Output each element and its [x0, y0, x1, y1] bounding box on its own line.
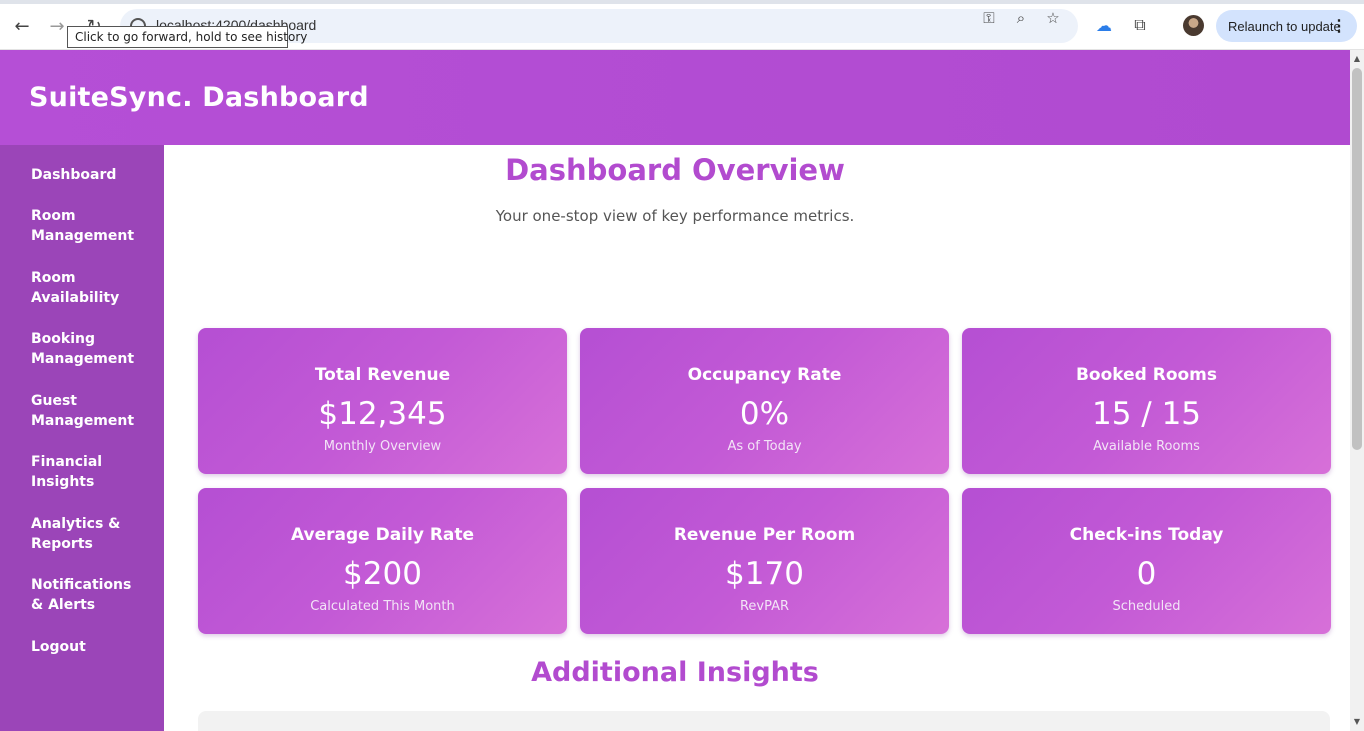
- tab-strip: [0, 0, 1364, 4]
- sidebar-item-room-management[interactable]: Room Management: [31, 206, 141, 246]
- sidebar-item-analytics-reports[interactable]: Analytics & Reports: [31, 514, 141, 554]
- zoom-icon[interactable]: ⌕: [1011, 8, 1031, 28]
- card-title: Average Daily Rate: [290, 525, 475, 545]
- page-subtitle: Your one-stop view of key performance me…: [495, 207, 855, 225]
- sidebar-item-label: Reports: [31, 536, 93, 552]
- forward-tooltip: Click to go forward, hold to see history: [67, 26, 307, 48]
- relaunch-label: Relaunch to update: [1228, 18, 1341, 34]
- back-arrow-icon[interactable]: ←: [10, 14, 34, 38]
- page-scrollbar[interactable]: ▲ ▼: [1350, 50, 1364, 731]
- page-title: Dashboard Overview: [505, 153, 845, 187]
- sidebar-item-label: Management: [31, 228, 135, 244]
- card-value: $200: [343, 556, 422, 592]
- scroll-up-icon[interactable]: ▲: [1350, 52, 1364, 66]
- card-title: Revenue Per Room: [673, 525, 856, 545]
- card-note: Scheduled: [1112, 599, 1181, 614]
- sidebar-item-label: Insights: [31, 474, 95, 490]
- card-value: 0: [1136, 556, 1157, 592]
- scroll-thumb[interactable]: [1352, 68, 1362, 450]
- sidebar-item-label: Management: [31, 351, 135, 367]
- sidebar-item-label: Analytics &: [31, 516, 121, 532]
- sidebar-item-label: Room: [31, 208, 76, 224]
- main-content: Dashboard Overview Your one-stop view of…: [164, 145, 1350, 731]
- sidebar-item-room-availability[interactable]: Room Availability: [31, 268, 141, 308]
- card-note: Monthly Overview: [323, 439, 442, 454]
- relaunch-button[interactable]: Relaunch to update ⋮: [1216, 10, 1357, 42]
- metric-card-check-ins-today: Check-ins Today 0 Scheduled: [962, 488, 1331, 634]
- cloud-icon[interactable]: ☁: [1094, 15, 1114, 35]
- card-note: Available Rooms: [1093, 439, 1200, 454]
- sidebar-item-financial-insights[interactable]: Financial Insights: [31, 452, 141, 492]
- sidebar-item-logout[interactable]: Logout: [31, 637, 141, 657]
- sidebar-item-label: Financial: [31, 454, 103, 470]
- sidebar-item-label: Booking: [31, 331, 96, 347]
- metric-card-occupancy-rate: Occupancy Rate 0% As of Today: [580, 328, 949, 474]
- sidebar-item-booking-management[interactable]: Booking Management: [31, 329, 141, 369]
- page-viewport: SuiteSync. Dashboard Dashboard Room Mana…: [0, 50, 1350, 731]
- sidebar-item-dashboard[interactable]: Dashboard: [31, 165, 141, 185]
- extensions-icon[interactable]: ⧉: [1130, 15, 1150, 35]
- card-title: Total Revenue: [314, 365, 451, 385]
- sidebar-item-label: Management: [31, 413, 135, 429]
- key-icon[interactable]: ⚿: [979, 8, 999, 28]
- sidebar-item-label: Notifications: [31, 577, 132, 593]
- profile-avatar[interactable]: [1183, 15, 1204, 36]
- metric-card-booked-rooms: Booked Rooms 15 / 15 Available Rooms: [962, 328, 1331, 474]
- card-value: 15 / 15: [1091, 396, 1202, 432]
- sidebar-item-notifications-alerts[interactable]: Notifications & Alerts: [31, 575, 141, 615]
- scroll-down-icon[interactable]: ▼: [1350, 715, 1364, 729]
- star-icon[interactable]: ☆: [1043, 8, 1063, 28]
- card-title: Booked Rooms: [1075, 365, 1218, 385]
- sidebar: Dashboard Room Management Room Availabil…: [0, 145, 164, 731]
- card-value: 0%: [739, 396, 790, 432]
- menu-dots-icon[interactable]: ⋮: [1331, 16, 1347, 36]
- card-value: $170: [725, 556, 804, 592]
- sidebar-item-label: Room: [31, 270, 76, 286]
- sidebar-item-label: Logout: [31, 639, 86, 655]
- card-note: As of Today: [727, 439, 802, 454]
- app-header: SuiteSync. Dashboard: [0, 50, 1350, 145]
- insights-panel: [198, 711, 1330, 731]
- metric-card-revenue-per-room: Revenue Per Room $170 RevPAR: [580, 488, 949, 634]
- sidebar-item-guest-management[interactable]: Guest Management: [31, 391, 141, 431]
- insights-heading: Additional Insights: [531, 657, 819, 688]
- metric-card-total-revenue: Total Revenue $12,345 Monthly Overview: [198, 328, 567, 474]
- sidebar-item-label: Guest: [31, 393, 77, 409]
- card-title: Occupancy Rate: [687, 365, 842, 385]
- card-note: RevPAR: [739, 599, 790, 614]
- brand-title: SuiteSync. Dashboard: [29, 82, 369, 113]
- forward-arrow-icon[interactable]: →: [45, 14, 69, 38]
- card-note: Calculated This Month: [310, 599, 455, 614]
- sidebar-item-label: Dashboard: [31, 167, 117, 183]
- sidebar-item-label: & Alerts: [31, 597, 96, 613]
- sidebar-item-label: Availability: [31, 290, 120, 306]
- card-title: Check-ins Today: [1069, 525, 1224, 545]
- card-value: $12,345: [318, 396, 447, 432]
- metric-card-average-daily-rate: Average Daily Rate $200 Calculated This …: [198, 488, 567, 634]
